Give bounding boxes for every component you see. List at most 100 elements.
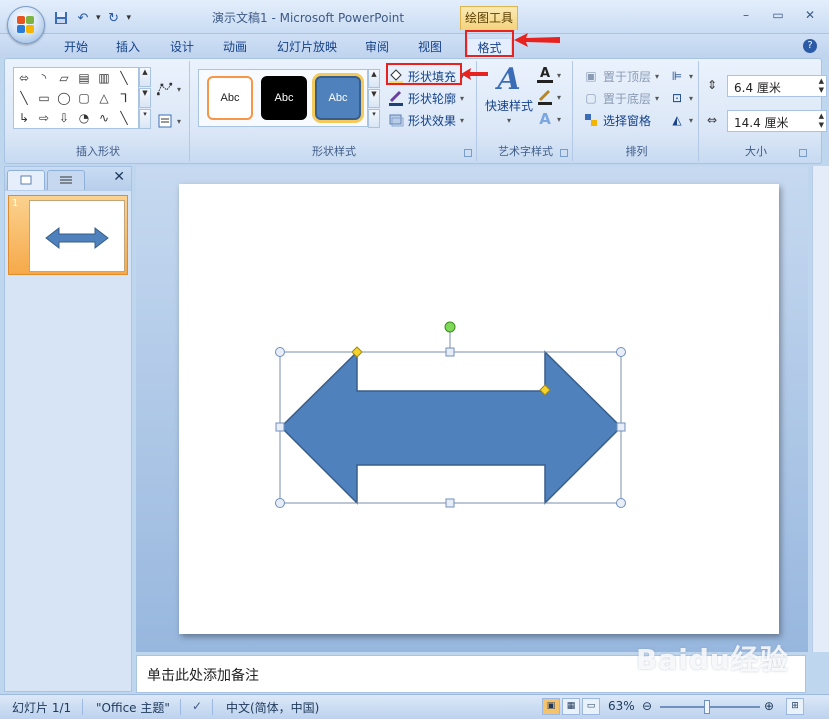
shape-curve-icon[interactable]: ∿ bbox=[94, 108, 114, 128]
shape-right-arrow-icon[interactable]: ⇨ bbox=[34, 108, 54, 128]
text-fill-button[interactable]: A ▾ bbox=[537, 65, 561, 85]
resize-handle-bottom-left[interactable] bbox=[275, 498, 285, 508]
shape-parallelogram-icon[interactable]: ▱ bbox=[54, 68, 74, 88]
office-button[interactable] bbox=[7, 6, 45, 44]
undo-icon[interactable]: ↶ bbox=[74, 9, 92, 27]
maximize-button[interactable]: ▭ bbox=[767, 6, 789, 24]
shape-elbow-connector-icon[interactable]: ↳ bbox=[14, 108, 34, 128]
slides-tab-icon[interactable] bbox=[7, 170, 45, 190]
wordart-launcher-icon[interactable] bbox=[560, 149, 568, 157]
zoom-in-icon[interactable]: ⊕ bbox=[764, 699, 774, 713]
customize-qat-icon[interactable]: ▾ bbox=[127, 13, 132, 23]
selection-pane-button[interactable]: 选择窗格 bbox=[583, 110, 651, 130]
tab-insert[interactable]: 插入 bbox=[110, 38, 146, 58]
normal-view-icon[interactable]: ▣ bbox=[542, 698, 560, 715]
shape-line2-icon[interactable]: ╲ bbox=[114, 108, 134, 128]
rotate-button[interactable]: ◭ ▾ bbox=[669, 110, 693, 130]
shape-effects-button[interactable]: 形状效果 ▾ bbox=[388, 110, 464, 130]
slideshow-view-icon[interactable]: ▭ bbox=[582, 698, 600, 715]
shape-style-swatch-selected[interactable]: Abc bbox=[315, 76, 361, 120]
textbox-button[interactable]: ▾ bbox=[157, 111, 181, 131]
gallery-more-icon[interactable]: ▾ bbox=[139, 109, 151, 129]
tab-view[interactable]: 视图 bbox=[412, 38, 448, 58]
zoom-out-icon[interactable]: ⊖ bbox=[642, 699, 652, 713]
shape-outline-button[interactable]: 形状轮廓 ▾ bbox=[388, 88, 464, 108]
style-more-icon[interactable]: ▾ bbox=[368, 109, 380, 128]
gallery-scroll-down-icon[interactable]: ▼ bbox=[139, 88, 151, 108]
zoom-level[interactable]: 63% bbox=[608, 699, 635, 713]
slide-thumbnail[interactable]: 1 bbox=[8, 195, 128, 275]
wordart-a-icon: A bbox=[497, 62, 521, 97]
shape-style-gallery[interactable]: Abc Abc Abc bbox=[198, 69, 368, 127]
tab-home[interactable]: 开始 bbox=[58, 38, 94, 58]
zoom-slider-thumb[interactable] bbox=[704, 700, 710, 714]
group-label-insert-shapes: 插入形状 bbox=[76, 145, 120, 158]
resize-handle-right[interactable] bbox=[616, 422, 626, 432]
shape-hexagon-arrow-icon[interactable]: ⬄ bbox=[14, 68, 34, 88]
close-button[interactable]: ✕ bbox=[799, 6, 821, 24]
slide-canvas[interactable] bbox=[179, 184, 779, 634]
shape-elbow-icon[interactable]: ⅂ bbox=[114, 88, 134, 108]
resize-handle-bottom-right[interactable] bbox=[616, 498, 626, 508]
shape-height-field[interactable]: 6.4 厘米 ▲ ▼ bbox=[727, 75, 827, 97]
text-outline-button[interactable]: ▾ bbox=[537, 87, 561, 107]
slide-sorter-view-icon[interactable]: ▦ bbox=[562, 698, 580, 715]
style-scroll-up-icon[interactable]: ▲ bbox=[368, 69, 380, 88]
shape-textbox-icon[interactable]: ▤ bbox=[74, 68, 94, 88]
text-effects-button[interactable]: A ▾ bbox=[537, 109, 561, 129]
shape-style-swatch[interactable]: Abc bbox=[261, 76, 307, 120]
shape-effects-label: 形状效果 bbox=[408, 113, 457, 128]
shape-outline-dropdown-icon: ▾ bbox=[460, 93, 465, 103]
shape-down-arrow-icon[interactable]: ⇩ bbox=[54, 108, 74, 128]
shape-rounded-rect-icon[interactable]: ▢ bbox=[74, 88, 94, 108]
shape-width-field[interactable]: 14.4 厘米 ▲ ▼ bbox=[727, 110, 827, 132]
quick-styles-button[interactable]: A 快速样式 ▾ bbox=[485, 62, 533, 126]
status-divider bbox=[180, 699, 181, 715]
zoom-slider[interactable] bbox=[660, 700, 760, 714]
width-spinner-icon[interactable]: ▲ ▼ bbox=[819, 112, 824, 130]
tab-review[interactable]: 审阅 bbox=[359, 38, 395, 58]
align-button[interactable]: ⊫ ▾ bbox=[669, 66, 693, 86]
shape-triangle-icon[interactable]: △ bbox=[94, 88, 114, 108]
help-icon[interactable]: ? bbox=[803, 39, 817, 53]
close-panel-icon[interactable]: ✕ bbox=[113, 169, 125, 185]
style-scroll-down-icon[interactable]: ▼ bbox=[368, 89, 380, 108]
shapes-gallery[interactable]: ⬄ ◝ ▱ ▤ ▥ ╲ ╲ ▭ ◯ ▢ △ ⅂ ↳ ⇨ ⇩ ◔ ∿ ╲ bbox=[13, 67, 139, 129]
group-objects-button[interactable]: ⊡ ▾ bbox=[669, 88, 693, 108]
outline-tab-icon[interactable] bbox=[47, 170, 85, 190]
resize-handle-bottom[interactable] bbox=[445, 498, 455, 508]
rotate-handle[interactable] bbox=[444, 321, 456, 333]
shape-styles-launcher-icon[interactable] bbox=[464, 149, 472, 157]
shape-callout-icon[interactable]: ◔ bbox=[74, 108, 94, 128]
bring-to-front-button[interactable]: ▣ 置于顶层 ▾ bbox=[583, 66, 659, 86]
gallery-scroll-up-icon[interactable]: ▲ bbox=[139, 67, 151, 87]
resize-handle-top[interactable] bbox=[445, 347, 455, 357]
left-right-arrow-shape[interactable] bbox=[279, 350, 623, 505]
redo-icon[interactable]: ↻ bbox=[105, 9, 123, 27]
edit-shape-button[interactable]: ▾ bbox=[157, 79, 181, 99]
spell-check-icon[interactable]: ✓ bbox=[192, 699, 202, 713]
tab-design[interactable]: 设计 bbox=[164, 38, 200, 58]
resize-handle-top-right[interactable] bbox=[616, 347, 626, 357]
resize-handle-top-left[interactable] bbox=[275, 347, 285, 357]
tab-slideshow[interactable]: 幻灯片放映 bbox=[270, 38, 344, 58]
shape-arc-icon[interactable]: ◝ bbox=[34, 68, 54, 88]
resize-handle-left[interactable] bbox=[275, 422, 285, 432]
vertical-scrollbar[interactable] bbox=[812, 166, 829, 652]
tab-animation[interactable]: 动画 bbox=[217, 38, 253, 58]
height-spinner-icon[interactable]: ▲ ▼ bbox=[819, 77, 824, 95]
shape-line-icon[interactable]: ╲ bbox=[114, 68, 134, 88]
minimize-button[interactable]: – bbox=[735, 6, 757, 24]
shape-oval-icon[interactable]: ◯ bbox=[54, 88, 74, 108]
save-icon[interactable] bbox=[52, 9, 70, 27]
shape-diag-line-icon[interactable]: ╲ bbox=[14, 88, 34, 108]
send-to-back-button[interactable]: ▢ 置于底层 ▾ bbox=[583, 88, 659, 108]
size-launcher-icon[interactable] bbox=[799, 149, 807, 157]
shape-vtextbox-icon[interactable]: ▥ bbox=[94, 68, 114, 88]
shape-style-swatch[interactable]: Abc bbox=[207, 76, 253, 120]
shape-height-icon: ⇕ bbox=[707, 78, 718, 92]
status-bar: 幻灯片 1/1 "Office 主题" ✓ 中文(简体，中国) ▣ ▦ ▭ 63… bbox=[0, 694, 829, 719]
undo-dropdown-icon[interactable]: ▾ bbox=[96, 13, 101, 23]
shape-rectangle-icon[interactable]: ▭ bbox=[34, 88, 54, 108]
fit-to-window-icon[interactable]: ⊞ bbox=[786, 698, 804, 715]
